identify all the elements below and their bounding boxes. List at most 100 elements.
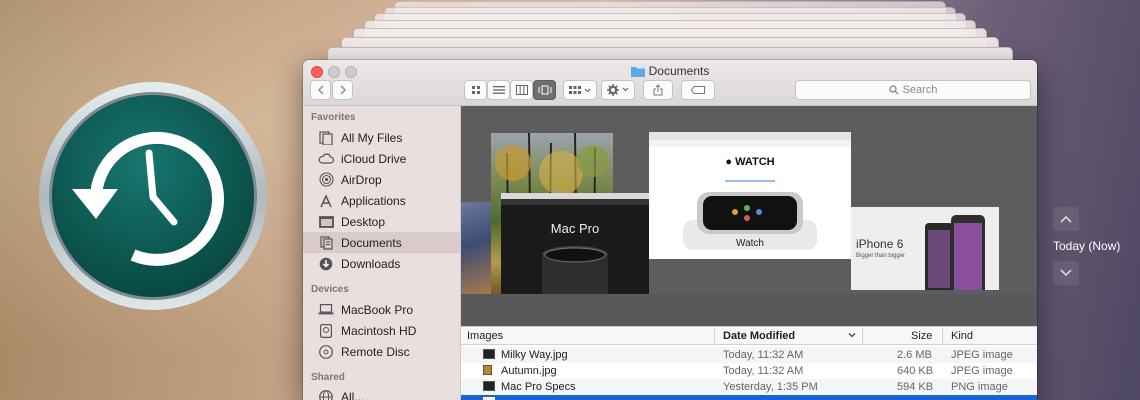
file-list: Images Date Modified Size Kind Milky Way… [461, 326, 1037, 400]
sidebar-item-label: iCloud Drive [341, 151, 407, 166]
desktop-icon [317, 215, 335, 228]
file-name: Autumn.jpg [501, 365, 557, 377]
share-button[interactable] [643, 80, 673, 100]
file-size: 594 KB [897, 381, 934, 393]
column-separator [942, 328, 943, 344]
sidebar-item-documents[interactable]: Documents [303, 232, 461, 253]
sidebar-item-macintosh-hd[interactable]: Macintosh HD [303, 320, 461, 341]
arrange-grid-icon [569, 86, 591, 94]
file-thumbnail-icon [483, 349, 495, 359]
folder-icon [630, 66, 645, 80]
network-icon [317, 389, 335, 400]
documents-icon [317, 235, 335, 250]
list-header: Images Date Modified Size Kind [461, 326, 1037, 345]
sidebar-item-airdrop[interactable]: AirDrop [303, 169, 461, 190]
table-row[interactable]: Milky Way.jpg Today, 11:32 AM 2.6 MB JPE… [461, 347, 1037, 363]
cover-flow-view-button[interactable] [533, 80, 556, 100]
sidebar-item-applications[interactable]: Applications [303, 190, 461, 211]
sidebar-item-all-my-files[interactable]: All My Files [303, 127, 461, 148]
sort-chevron-icon [848, 330, 856, 342]
grid-icon [471, 86, 480, 94]
chevron-right-icon [340, 85, 346, 95]
list-icon [492, 86, 505, 94]
sidebar-item-label: Documents [341, 235, 402, 250]
sidebar-item-label: All... [341, 389, 365, 400]
table-row[interactable]: Autumn.jpg Today, 11:32 AM 640 KB JPEG i… [461, 363, 1037, 379]
sidebar-item-label: Desktop [341, 214, 386, 229]
sidebar-item-label: Macintosh HD [341, 323, 417, 338]
column-header-date[interactable]: Date Modified [723, 330, 795, 342]
sidebar: Favorites All My Files iCloud Drive AirD… [303, 106, 461, 400]
sidebar-item-desktop[interactable]: Desktop [303, 211, 461, 232]
time-machine-icon [38, 81, 268, 311]
sidebar-item-all-shared[interactable]: All... [303, 386, 461, 400]
watch-caption: Watch [736, 238, 764, 249]
file-kind: JPEG image [951, 349, 1013, 361]
columns-icon [515, 85, 528, 95]
file-date: Today, 11:32 AM [723, 365, 804, 377]
column-header-kind[interactable]: Kind [951, 330, 973, 342]
share-icon [653, 84, 663, 96]
sidebar-heading-devices: Devices [311, 284, 349, 295]
sidebar-item-label: Downloads [341, 256, 401, 271]
all-files-icon [317, 130, 335, 145]
timeline-down-button[interactable] [1053, 261, 1079, 285]
mac-pro-device-image [542, 246, 608, 294]
cover-milky-way[interactable] [461, 202, 491, 294]
file-thumbnail-icon [483, 381, 495, 391]
search-icon [888, 85, 899, 95]
chevron-down-icon [1060, 269, 1072, 277]
search-placeholder: Search [902, 84, 938, 96]
window-title-text: Documents [648, 64, 710, 78]
sidebar-item-macbook-pro[interactable]: MacBook Pro [303, 299, 461, 320]
cloud-icon [317, 153, 335, 164]
sidebar-item-label: AirDrop [341, 172, 382, 187]
list-view-button[interactable] [487, 80, 510, 100]
file-thumbnail-icon [483, 365, 492, 375]
airdrop-icon [317, 172, 335, 187]
cover-watch-page[interactable]: ● WATCH Watch [649, 132, 851, 259]
iphone-device-image [925, 215, 985, 290]
sidebar-item-label: Remote Disc [341, 344, 410, 359]
tags-button[interactable] [681, 80, 715, 100]
file-date: Yesterday, 1:35 PM [723, 381, 818, 393]
file-size: 640 KB [897, 365, 934, 377]
file-kind: JPEG image [951, 365, 1013, 377]
cover-flow-icon [538, 85, 551, 95]
arrange-button[interactable] [563, 80, 597, 100]
column-separator [862, 328, 863, 344]
disc-icon [317, 344, 335, 359]
table-row-selected[interactable] [461, 395, 1037, 400]
sidebar-item-downloads[interactable]: Downloads [303, 253, 461, 274]
gear-icon [607, 84, 629, 96]
timeline-up-button[interactable] [1053, 207, 1079, 231]
cover-flow-view[interactable]: Mac Pro ● WATCH Watch iPhone 6 Bigger th… [461, 106, 1037, 326]
sidebar-item-remote-disc[interactable]: Remote Disc [303, 341, 461, 362]
column-view-button[interactable] [510, 80, 533, 100]
finder-window: Documents Search Favorites All My Files … [303, 60, 1037, 400]
file-name: Mac Pro Specs [501, 381, 576, 393]
sidebar-heading-shared: Shared [311, 372, 345, 383]
timeline-today-label: Today (Now) [1053, 239, 1121, 253]
table-row[interactable]: Mac Pro Specs Yesterday, 1:35 PM 594 KB … [461, 379, 1037, 395]
cover-iphone-6[interactable]: iPhone 6 Bigger than bigger [851, 207, 999, 290]
sidebar-item-label: MacBook Pro [341, 302, 414, 317]
back-button[interactable] [310, 80, 331, 100]
window-title: Documents [303, 64, 1037, 80]
column-separator [714, 328, 715, 344]
action-button[interactable] [601, 80, 635, 100]
downloads-icon [317, 257, 335, 271]
forward-button[interactable] [332, 80, 353, 100]
laptop-icon [317, 304, 335, 315]
tag-icon [691, 86, 705, 94]
sidebar-item-icloud-drive[interactable]: iCloud Drive [303, 148, 461, 169]
title-bar: Documents Search [303, 60, 1037, 106]
icon-view-button[interactable] [464, 80, 487, 100]
file-date: Today, 11:32 AM [723, 349, 804, 361]
sidebar-item-label: Applications [341, 193, 406, 208]
column-header-size[interactable]: Size [911, 330, 932, 342]
column-header-name[interactable]: Images [467, 330, 503, 342]
search-field[interactable]: Search [795, 80, 1031, 100]
cover-mac-pro[interactable]: Mac Pro [501, 193, 649, 294]
disk-icon [317, 323, 335, 338]
